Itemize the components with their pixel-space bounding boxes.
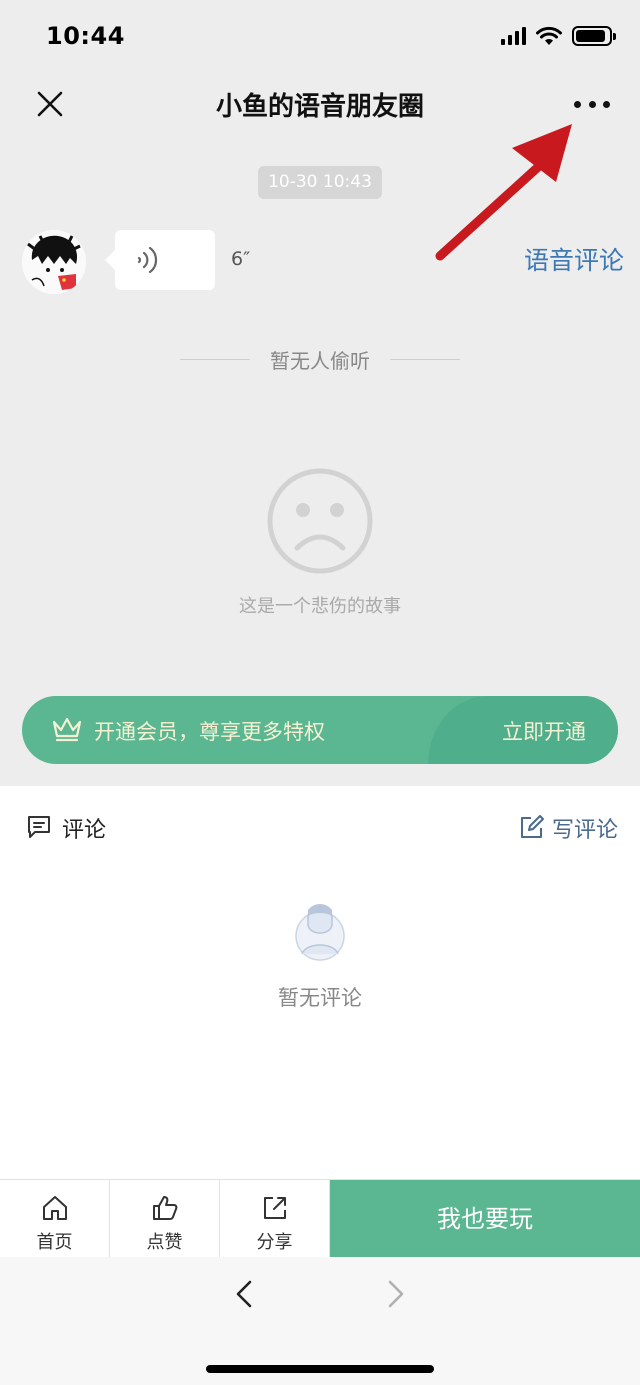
write-comment-button[interactable]: 写评论	[552, 812, 618, 844]
home-icon	[43, 1196, 67, 1220]
listeners-label: 暂无人偷听	[270, 348, 370, 373]
forward-arrow-icon[interactable]	[384, 1279, 408, 1309]
comments-title: 评论	[62, 818, 107, 843]
divider-line	[180, 358, 250, 360]
timestamp-pill: 10-30 10:43	[258, 166, 382, 199]
avatar-illustration	[22, 230, 86, 294]
battery-level	[576, 30, 605, 42]
bottom-tabbar: 首页 点赞 分享 我也要玩	[0, 1179, 640, 1258]
tab-like[interactable]: 点赞	[110, 1180, 220, 1258]
comment-icon	[28, 816, 50, 838]
wifi-icon	[536, 26, 562, 45]
tab-share[interactable]: 分享	[220, 1180, 330, 1258]
vip-banner-text: 开通会员，尊享更多特权	[94, 720, 325, 744]
more-dots-icon[interactable]	[574, 92, 610, 116]
voice-message-bubble[interactable]	[105, 230, 215, 290]
edit-icon[interactable]	[519, 814, 545, 840]
tab-home[interactable]: 首页	[0, 1180, 110, 1258]
comments-section: 评论 写评论 暂无评论	[0, 786, 640, 1179]
status-time: 10:44	[46, 22, 125, 50]
vip-banner[interactable]: 开通会员，尊享更多特权 立即开通	[22, 696, 618, 764]
divider-line	[390, 358, 460, 360]
avatar[interactable]	[22, 230, 86, 294]
crown-icon	[52, 717, 82, 742]
join-play-button[interactable]: 我也要玩	[330, 1180, 640, 1257]
thumbs-up-icon	[153, 1196, 178, 1220]
cellular-signal-icon	[501, 27, 526, 45]
voice-comment-link[interactable]: 语音评论	[524, 241, 624, 277]
back-arrow-icon[interactable]	[232, 1279, 256, 1309]
tab-like-label: 点赞	[146, 1232, 183, 1253]
tab-share-label: 分享	[256, 1232, 293, 1253]
share-icon	[264, 1197, 286, 1219]
status-icons	[501, 26, 616, 46]
no-comments-text: 暂无评论	[278, 986, 362, 1010]
browser-nav-bar	[0, 1257, 640, 1385]
page-title: 小鱼的语音朋友圈	[215, 92, 424, 122]
battery-icon	[572, 26, 616, 46]
voice-wave-icon	[137, 246, 158, 274]
sad-face-icon	[267, 468, 373, 574]
tab-home-label: 首页	[36, 1232, 73, 1253]
nav-bar: 小鱼的语音朋友圈	[0, 72, 640, 136]
home-indicator	[206, 1365, 434, 1373]
empty-user-icon	[295, 904, 345, 961]
voice-duration: 6″	[231, 248, 251, 270]
open-vip-button[interactable]: 立即开通	[502, 716, 586, 746]
status-bar: 10:44	[0, 0, 640, 72]
empty-state-text: 这是一个悲伤的故事	[239, 596, 401, 617]
listeners-divider: 暂无人偷听	[180, 344, 460, 374]
